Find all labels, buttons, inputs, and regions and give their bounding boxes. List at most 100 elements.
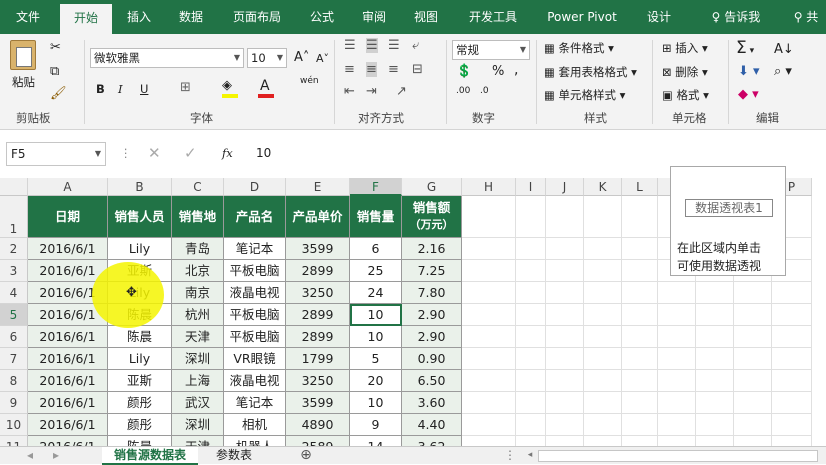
delete-cells-button[interactable]: ⊠ 删除 ▾ [662, 64, 708, 80]
empty-cell[interactable] [584, 238, 622, 260]
increase-decimal-icon[interactable]: .00 [456, 86, 470, 96]
align-middle-icon[interactable]: ☰ [366, 38, 378, 53]
table-cell[interactable]: 7.25 [402, 260, 462, 282]
row-header[interactable]: 1 [0, 196, 28, 238]
empty-cell[interactable] [734, 348, 772, 370]
table-cell[interactable]: 深圳 [172, 414, 224, 436]
table-cell[interactable]: 6.50 [402, 370, 462, 392]
empty-cell[interactable] [584, 348, 622, 370]
table-cell[interactable]: 青岛 [172, 238, 224, 260]
empty-cell[interactable] [546, 348, 584, 370]
empty-cell[interactable] [516, 348, 546, 370]
row-header[interactable]: 6 [0, 326, 28, 348]
empty-cell[interactable] [462, 196, 516, 238]
table-cell[interactable]: 平板电脑 [224, 304, 286, 326]
table-cell[interactable]: 南京 [172, 282, 224, 304]
empty-cell[interactable] [772, 436, 812, 446]
table-header-cell[interactable]: 销售地 [172, 196, 224, 238]
table-cell[interactable]: 14 [350, 436, 402, 446]
scroll-right-icon[interactable]: ▸ [46, 447, 66, 465]
table-cell[interactable]: 上海 [172, 370, 224, 392]
table-header-cell[interactable]: 产品单价 [286, 196, 350, 238]
table-cell[interactable]: 2016/6/1 [28, 414, 108, 436]
share-button[interactable]: ⚲ 共 [786, 0, 826, 34]
sort-filter-icon[interactable]: A↓ [774, 42, 794, 57]
table-cell[interactable]: 平板电脑 [224, 260, 286, 282]
empty-cell[interactable] [622, 260, 658, 282]
tab-developer[interactable]: 开发工具 [458, 0, 528, 34]
merge-center-icon[interactable]: ⊟ [412, 62, 423, 77]
row-header[interactable]: 2 [0, 238, 28, 260]
align-center-icon[interactable]: ≡ [366, 62, 377, 77]
empty-cell[interactable] [696, 436, 734, 446]
empty-cell[interactable] [622, 436, 658, 446]
table-cell[interactable]: 3.60 [402, 392, 462, 414]
col-header-b[interactable]: B [108, 178, 172, 196]
borders-icon[interactable]: ⊞ [180, 80, 191, 95]
insert-function-button[interactable]: fx [222, 146, 233, 160]
table-cell[interactable]: 3.62 [402, 436, 462, 446]
empty-cell[interactable] [516, 260, 546, 282]
col-header-k[interactable]: K [584, 178, 622, 196]
table-cell[interactable]: 北京 [172, 260, 224, 282]
table-cell[interactable]: 颜彤 [108, 392, 172, 414]
sheet-tab-sales-source[interactable]: 销售源数据表 [102, 447, 198, 465]
tab-power-pivot[interactable]: Power Pivot [538, 0, 626, 34]
table-cell[interactable]: 陈晨 [108, 326, 172, 348]
empty-cell[interactable] [734, 370, 772, 392]
col-header-g[interactable]: G [402, 178, 462, 196]
currency-icon[interactable]: 💲 [456, 64, 472, 79]
row-header[interactable]: 11 [0, 436, 28, 446]
empty-cell[interactable] [584, 392, 622, 414]
empty-cell[interactable] [734, 304, 772, 326]
empty-cell[interactable] [546, 414, 584, 436]
empty-cell[interactable] [462, 260, 516, 282]
tab-formulas[interactable]: 公式 [300, 0, 344, 34]
align-right-icon[interactable]: ≡ [388, 62, 399, 77]
font-size-select[interactable]: 10 ▼ [247, 48, 287, 68]
tab-design[interactable]: 设计 [636, 0, 682, 34]
empty-cell[interactable] [462, 238, 516, 260]
empty-cell[interactable] [462, 392, 516, 414]
table-cell[interactable]: 0.90 [402, 348, 462, 370]
orientation-icon[interactable]: ↗ [396, 84, 407, 99]
empty-cell[interactable] [584, 370, 622, 392]
table-cell[interactable]: 液晶电视 [224, 370, 286, 392]
empty-cell[interactable] [516, 282, 546, 304]
empty-cell[interactable] [462, 326, 516, 348]
italic-button[interactable]: I [118, 82, 123, 96]
empty-cell[interactable] [772, 414, 812, 436]
empty-cell[interactable] [516, 392, 546, 414]
empty-cell[interactable] [734, 436, 772, 446]
empty-cell[interactable] [658, 414, 696, 436]
table-cell[interactable]: 1799 [286, 348, 350, 370]
empty-cell[interactable] [516, 414, 546, 436]
empty-cell[interactable] [696, 370, 734, 392]
table-cell[interactable]: 2899 [286, 326, 350, 348]
row-header[interactable]: 4 [0, 282, 28, 304]
increase-indent-icon[interactable]: ⇥ [366, 84, 377, 99]
table-cell[interactable]: 2.90 [402, 326, 462, 348]
table-cell[interactable]: 5 [350, 348, 402, 370]
autosum-button[interactable]: Σ ▾ [736, 38, 754, 58]
table-cell[interactable]: 2016/6/1 [28, 370, 108, 392]
empty-cell[interactable] [622, 326, 658, 348]
table-cell[interactable]: 25 [350, 260, 402, 282]
table-cell[interactable]: 相机 [224, 414, 286, 436]
table-cell[interactable]: 2589 [286, 436, 350, 446]
empty-cell[interactable] [658, 304, 696, 326]
table-cell[interactable]: 3250 [286, 370, 350, 392]
underline-button[interactable]: U [140, 82, 148, 96]
table-cell[interactable]: 颜彤 [108, 414, 172, 436]
empty-cell[interactable] [622, 414, 658, 436]
table-cell[interactable]: 液晶电视 [224, 282, 286, 304]
table-cell[interactable]: 机器人 [224, 436, 286, 446]
col-header-f[interactable]: F [350, 178, 402, 196]
empty-cell[interactable] [696, 282, 734, 304]
empty-cell[interactable] [462, 436, 516, 446]
enter-icon[interactable]: ✓ [184, 144, 197, 162]
tab-insert[interactable]: 插入 [116, 0, 162, 34]
empty-cell[interactable] [734, 392, 772, 414]
empty-cell[interactable] [622, 238, 658, 260]
empty-cell[interactable] [772, 370, 812, 392]
